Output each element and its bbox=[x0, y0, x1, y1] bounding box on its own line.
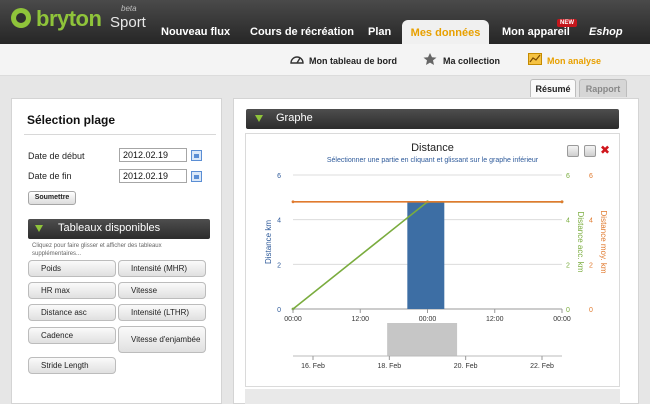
metric-intensite-lthr[interactable]: Intensité (LTHR) bbox=[118, 304, 206, 321]
end-date-label: Date de fin bbox=[28, 171, 72, 181]
subnav-ma-collection[interactable]: Ma collection bbox=[443, 56, 500, 66]
start-calendar-icon[interactable] bbox=[191, 150, 202, 161]
x-tick-label: 00:00 bbox=[419, 316, 437, 323]
end-date-input[interactable] bbox=[119, 169, 187, 183]
distance-chart[interactable]: 02460246024600:00 12:00 00:00 12:00 00:00Dis… bbox=[246, 134, 621, 388]
nav-cours-de-recreation[interactable]: Cours de récréation bbox=[250, 26, 354, 38]
y-right1-tick-label: 0 bbox=[566, 307, 570, 314]
distance-bar bbox=[407, 201, 445, 309]
divider bbox=[24, 134, 216, 135]
chart-navigator: 16. Feb 18. Feb 20. Feb 22. Feb bbox=[293, 323, 562, 370]
chart-container: Distance Sélectionner une partie en cliq… bbox=[245, 133, 620, 387]
chart-bars bbox=[407, 201, 445, 309]
dashboard-gauge-icon bbox=[290, 56, 304, 64]
y-right1-tick-label: 6 bbox=[566, 173, 570, 180]
navigator-tick-label: 20. Feb bbox=[454, 363, 478, 370]
sub-navigation: Mon tableau de bord Ma collection Mon an… bbox=[0, 44, 650, 76]
graph-panel: Graphe Distance Sélectionner une partie … bbox=[233, 98, 639, 404]
series-point bbox=[291, 200, 295, 204]
submit-button[interactable]: Soumettre bbox=[28, 191, 76, 205]
y-left-tick-label: 0 bbox=[277, 307, 281, 314]
analysis-chart-icon bbox=[528, 53, 542, 65]
bryton-logo-icon bbox=[11, 8, 31, 28]
y-right2-tick-label: 0 bbox=[589, 307, 593, 314]
x-tick-label: 00:00 bbox=[553, 316, 571, 323]
y-left-tick-label: 4 bbox=[277, 218, 281, 225]
tables-hint: Cliquez pour faire glisser et afficher d… bbox=[32, 243, 162, 257]
metric-vitesse-enjambee[interactable]: Vitesse d'enjambée bbox=[118, 326, 206, 353]
nav-mes-donnees[interactable]: Mes données bbox=[402, 20, 489, 44]
metric-distance-asc[interactable]: Distance asc bbox=[28, 304, 116, 321]
panel-footer bbox=[245, 389, 620, 404]
graph-header-title: Graphe bbox=[276, 112, 313, 124]
nav-mes-donnees-label: Mes données bbox=[410, 27, 481, 39]
new-badge: NEW bbox=[557, 19, 577, 27]
y-right2-tick-label: 2 bbox=[589, 262, 593, 269]
y-right2-axis-title: Distance moy. km bbox=[599, 211, 608, 274]
nav-plan[interactable]: Plan bbox=[368, 26, 391, 38]
subnav-mon-tableau-de-bord[interactable]: Mon tableau de bord bbox=[309, 56, 397, 66]
start-date-input[interactable] bbox=[119, 148, 187, 162]
brand-badge: beta bbox=[121, 4, 137, 13]
tab-rapport[interactable]: Rapport bbox=[579, 79, 627, 97]
metric-poids[interactable]: Poids bbox=[28, 260, 116, 277]
navigator-tick-label: 22. Feb bbox=[530, 363, 554, 370]
y-left-axis-title: Distance km bbox=[264, 220, 273, 264]
y-right2-tick-label: 6 bbox=[589, 173, 593, 180]
graph-header[interactable]: Graphe bbox=[246, 109, 619, 129]
y-right1-axis-title: Distance acc. km bbox=[576, 212, 585, 273]
selection-title: Sélection plage bbox=[27, 113, 116, 127]
brand-name[interactable]: bryton bbox=[36, 6, 102, 32]
metric-intensite-mhr[interactable]: Intensité (MHR) bbox=[118, 260, 206, 277]
selection-panel: Sélection plage Date de début Date de fi… bbox=[11, 98, 222, 404]
x-tick-label: 12:00 bbox=[486, 316, 504, 323]
navigator-tick-label: 16. Feb bbox=[301, 363, 325, 370]
y-right1-tick-label: 4 bbox=[566, 218, 570, 225]
y-left-tick-label: 6 bbox=[277, 173, 281, 180]
tables-header[interactable]: Tableaux disponibles bbox=[28, 219, 210, 239]
series-point bbox=[560, 200, 564, 204]
collection-star-icon bbox=[423, 53, 437, 65]
collapse-triangle-icon bbox=[255, 115, 263, 122]
subnav-mon-analyse[interactable]: Mon analyse bbox=[547, 56, 601, 66]
nav-eshop[interactable]: Eshop bbox=[589, 26, 623, 38]
brand-product: Sport bbox=[110, 14, 146, 31]
collapse-triangle-icon bbox=[35, 225, 43, 232]
x-tick-label: 00:00 bbox=[284, 316, 302, 323]
y-left-tick-label: 2 bbox=[277, 262, 281, 269]
tab-resume[interactable]: Résumé bbox=[530, 79, 576, 97]
start-date-label: Date de début bbox=[28, 151, 85, 161]
metric-hr-max[interactable]: HR max bbox=[28, 282, 116, 299]
y-right1-tick-label: 2 bbox=[566, 262, 570, 269]
navigator-selection bbox=[387, 323, 458, 356]
metric-cadence[interactable]: Cadence bbox=[28, 327, 116, 344]
y-right2-tick-label: 4 bbox=[589, 218, 593, 225]
nav-nouveau-flux[interactable]: Nouveau flux bbox=[161, 26, 230, 38]
top-navigation-bar: bryton beta Sport Nouveau flux Cours de … bbox=[0, 0, 650, 44]
metric-stride-length[interactable]: Stride Length bbox=[28, 357, 116, 374]
metric-vitesse[interactable]: Vitesse bbox=[118, 282, 206, 299]
end-calendar-icon[interactable] bbox=[191, 171, 202, 182]
nav-mon-appareil[interactable]: Mon appareil bbox=[502, 26, 570, 38]
x-tick-label: 12:00 bbox=[351, 316, 369, 323]
navigator-tick-label: 18. Feb bbox=[377, 363, 401, 370]
tables-title: Tableaux disponibles bbox=[58, 222, 161, 234]
